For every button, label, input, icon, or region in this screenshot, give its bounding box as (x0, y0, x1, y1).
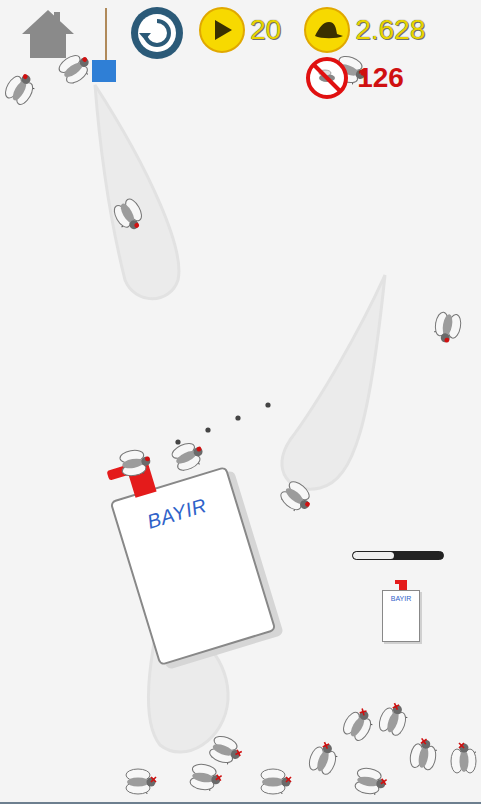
dead-fly (448, 737, 480, 779)
hat-coin-icon (303, 6, 351, 54)
dead-fly (183, 759, 230, 798)
plays-counter: 20 (198, 6, 281, 54)
dead-fly (302, 733, 346, 783)
dead-fly (372, 694, 416, 744)
dead-fly (405, 731, 444, 778)
fly[interactable] (113, 444, 160, 483)
fly[interactable] (0, 62, 45, 114)
dead-fly (348, 763, 395, 802)
game-screen[interactable]: BAYIR BAYIR 20 2.628126 (0, 0, 481, 804)
dead-fly (335, 698, 384, 750)
refill-can[interactable]: BAYIR (382, 580, 420, 642)
spray-can[interactable]: BAYIR (110, 466, 277, 666)
spray-clouds (0, 0, 481, 804)
dead-fly (120, 766, 162, 798)
play-coin-icon (198, 6, 246, 54)
swatter-icon[interactable] (88, 6, 118, 84)
hud: 20 2.628126 (20, 6, 425, 100)
restart-icon[interactable] (130, 6, 184, 60)
fly[interactable] (428, 305, 467, 352)
refill-label: BAYIR (391, 595, 412, 602)
can-label: BAYIR (143, 490, 210, 537)
dead-fly (255, 766, 297, 798)
kills-counter: 126 (305, 56, 404, 100)
coins-counter: 2.628 (303, 6, 425, 54)
refill-bar (352, 551, 444, 560)
no-fly-icon (305, 56, 349, 100)
home-icon[interactable] (20, 6, 76, 60)
